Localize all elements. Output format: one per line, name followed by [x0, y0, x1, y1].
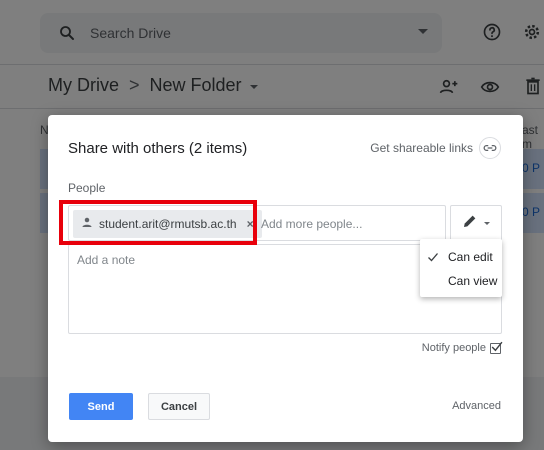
- permission-dropdown-button[interactable]: [450, 205, 502, 241]
- menu-item-can-view[interactable]: Can view: [420, 268, 502, 293]
- dialog-title: Share with others (2 items): [68, 140, 248, 157]
- menu-item-label: Can edit: [448, 249, 493, 264]
- get-shareable-links-button[interactable]: Get shareable links: [370, 137, 501, 159]
- share-dialog: Share with others (2 items) Get shareabl…: [48, 115, 523, 442]
- pencil-icon[interactable]: [462, 213, 478, 234]
- notify-people-row[interactable]: Notify people: [422, 341, 503, 354]
- send-button[interactable]: Send: [69, 393, 133, 420]
- notify-people-label[interactable]: Notify people: [422, 342, 486, 354]
- permission-menu: Can edit Can view: [420, 239, 502, 297]
- menu-item-label: Can view: [448, 273, 498, 288]
- menu-item-can-edit[interactable]: Can edit: [420, 244, 502, 269]
- highlight-annotation-box: [59, 200, 257, 245]
- link-icon[interactable]: [479, 137, 501, 159]
- people-label: People: [68, 181, 106, 195]
- checked-checkbox-icon[interactable]: [490, 341, 503, 354]
- cancel-button[interactable]: Cancel: [148, 393, 210, 420]
- check-icon: [427, 251, 439, 266]
- shareable-links-label[interactable]: Get shareable links: [370, 141, 473, 155]
- add-people-input[interactable]: [261, 214, 439, 234]
- caret-down-icon[interactable]: [484, 221, 490, 225]
- advanced-link[interactable]: Advanced: [452, 400, 501, 412]
